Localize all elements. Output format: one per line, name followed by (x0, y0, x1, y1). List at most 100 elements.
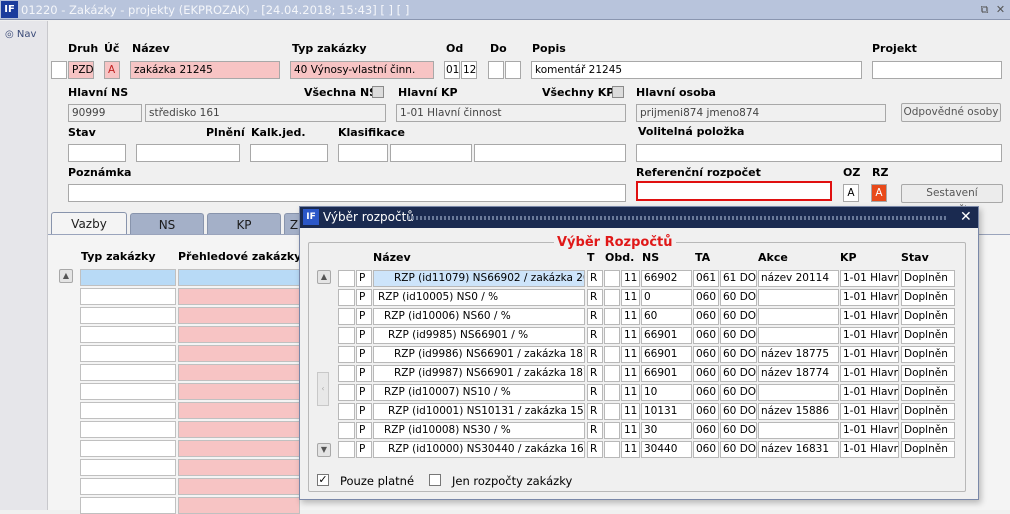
row-obd-1[interactable] (604, 289, 620, 306)
row-akce[interactable]: název 16831 (758, 441, 839, 458)
plneni-field[interactable] (136, 144, 240, 162)
row-kp[interactable]: 1-01 Hlavní (840, 422, 899, 439)
row-ns[interactable]: 66901 (641, 346, 692, 363)
row-check[interactable] (338, 365, 355, 382)
popis-field[interactable]: komentář 21245 (531, 61, 862, 79)
row-t[interactable]: R (587, 308, 603, 325)
row-check[interactable] (338, 441, 355, 458)
row-ns[interactable]: 30 (641, 422, 692, 439)
row-stav[interactable]: Doplněn (901, 327, 955, 344)
row-nazev[interactable]: RZP (id10001) NS10131 / zakázka 15886 (373, 403, 585, 420)
close-icon[interactable]: ✕ (994, 3, 1007, 16)
row-ta2[interactable]: 60 DO (720, 327, 757, 344)
row-stav[interactable]: Doplněn (901, 422, 955, 439)
row-nazev[interactable]: RZP (id10008) NS30 / % (373, 422, 585, 439)
grid-cell-prehledove[interactable] (178, 269, 300, 286)
do-month-field[interactable] (488, 61, 504, 79)
hlavni-kp-field[interactable]: 1-01 Hlavní činnost (396, 104, 626, 122)
row-obd-1[interactable] (604, 384, 620, 401)
row-t[interactable]: R (587, 270, 603, 287)
tab-ns[interactable]: NS (130, 213, 204, 235)
row-stav[interactable]: Doplněn (901, 403, 955, 420)
typ-zakazky-field[interactable]: 40 Výnosy-vlastní činn. (290, 61, 434, 79)
pouze-platne-checkbox[interactable]: ✓ (317, 474, 329, 486)
row-ta[interactable]: 060 (693, 422, 719, 439)
grid-cell-prehledove[interactable] (178, 440, 300, 457)
row-ta[interactable]: 060 (693, 365, 719, 382)
row-obd-1[interactable] (604, 422, 620, 439)
row-ns[interactable]: 66901 (641, 365, 692, 382)
sestaveni-rozpoctu-button[interactable]: Sestavení rozpočtu (901, 184, 1003, 216)
row-kp[interactable]: 1-01 Hlavní (840, 308, 899, 325)
grid-cell-prehledove[interactable] (178, 497, 300, 514)
row-p[interactable]: P (356, 308, 372, 325)
grid-cell-prehledove[interactable] (178, 288, 300, 305)
hlavni-ns-code-field[interactable]: 90999 (68, 104, 142, 122)
row-t[interactable]: R (587, 365, 603, 382)
row-ta[interactable]: 060 (693, 403, 719, 420)
row-ns[interactable]: 10131 (641, 403, 692, 420)
row-akce[interactable]: název 18775 (758, 346, 839, 363)
row-p[interactable]: P (356, 270, 372, 287)
oz-field[interactable]: A (843, 184, 859, 202)
row-t[interactable]: R (587, 441, 603, 458)
row-stav[interactable]: Doplněn (901, 270, 955, 287)
grid-cell-prehledove[interactable] (178, 326, 300, 343)
grid-cell-typ[interactable] (80, 269, 176, 286)
row-obd-1[interactable] (604, 327, 620, 344)
row-kp[interactable]: 1-01 Hlavní (840, 346, 899, 363)
nazev-field[interactable]: zakázka 21245 (130, 61, 280, 79)
row-ta[interactable]: 060 (693, 384, 719, 401)
row-ns[interactable]: 60 (641, 308, 692, 325)
projekt-field[interactable] (872, 61, 1002, 79)
grid-cell-typ[interactable] (80, 478, 176, 495)
row-ta[interactable]: 060 (693, 289, 719, 306)
row-akce[interactable]: název 20114 (758, 270, 839, 287)
row-ta[interactable]: 060 (693, 308, 719, 325)
row-p[interactable]: P (356, 403, 372, 420)
row-check[interactable] (338, 403, 355, 420)
grid-cell-prehledove[interactable] (178, 345, 300, 362)
row-stav[interactable]: Doplněn (901, 441, 955, 458)
row-nazev[interactable]: RZP (id9985) NS66901 / % (373, 327, 585, 344)
row-p[interactable]: P (356, 365, 372, 382)
poznamka-field[interactable] (68, 184, 626, 202)
hlavni-ns-name-field[interactable]: středisko 161 (145, 104, 386, 122)
row-t[interactable]: R (587, 346, 603, 363)
row-check[interactable] (338, 289, 355, 306)
grid-cell-typ[interactable] (80, 383, 176, 400)
row-stav[interactable]: Doplněn (901, 365, 955, 382)
row-obd[interactable]: 11 (621, 422, 640, 439)
row-t[interactable]: R (587, 327, 603, 344)
row-check[interactable] (338, 384, 355, 401)
grid-cell-prehledove[interactable] (178, 421, 300, 438)
row-nazev[interactable]: RZP (id10000) NS30440 / zakázka 16831 (373, 441, 585, 458)
row-t[interactable]: R (587, 384, 603, 401)
row-ns[interactable]: 10 (641, 384, 692, 401)
row-p[interactable]: P (356, 327, 372, 344)
grid-cell-typ[interactable] (80, 307, 176, 324)
row-ta[interactable]: 060 (693, 441, 719, 458)
row-ta2[interactable]: 60 DO (720, 384, 757, 401)
grid-cell-prehledove[interactable] (178, 478, 300, 495)
row-akce[interactable]: název 18774 (758, 365, 839, 382)
ref-rozpocet-field[interactable] (636, 181, 832, 201)
row-obd-1[interactable] (604, 365, 620, 382)
grid-cell-prehledove[interactable] (178, 383, 300, 400)
row-kp[interactable]: 1-01 Hlavní (840, 270, 899, 287)
row-obd[interactable]: 11 (621, 403, 640, 420)
row-p[interactable]: P (356, 441, 372, 458)
tab-vazby[interactable]: Vazby (51, 212, 127, 236)
row-stav[interactable]: Doplněn (901, 346, 955, 363)
row-nazev[interactable]: RZP (id9987) NS66901 / zakázka 18774 (373, 365, 585, 382)
row-ta2[interactable]: 61 DO (720, 270, 757, 287)
od-day-field[interactable]: 12 (461, 61, 477, 79)
row-t[interactable]: R (587, 422, 603, 439)
row-ta2[interactable]: 60 DO (720, 308, 757, 325)
grid-cell-typ[interactable] (80, 288, 176, 305)
row-ta2[interactable]: 60 DO (720, 422, 757, 439)
row-nazev[interactable]: RZP (id10006) NS60 / % (373, 308, 585, 325)
row-kp[interactable]: 1-01 Hlavní (840, 289, 899, 306)
dialog-scroll-down-icon[interactable]: ▼ (317, 443, 331, 457)
do-day-field[interactable] (505, 61, 521, 79)
